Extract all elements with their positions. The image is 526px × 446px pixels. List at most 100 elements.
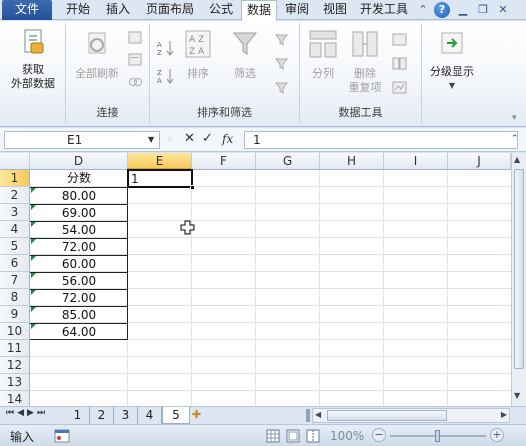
row-header-14[interactable]: 14 <box>0 391 30 406</box>
column-header-g[interactable]: G <box>256 153 320 170</box>
name-box-dropdown-icon[interactable]: ▼ <box>148 135 154 144</box>
cell-d10[interactable]: 64.00 <box>30 323 128 340</box>
normal-view-icon[interactable] <box>266 429 280 443</box>
tab-page-layout[interactable]: 页面布局 <box>139 0 201 20</box>
window-minimize-icon[interactable]: ▁ <box>456 1 470 19</box>
tab-insert[interactable]: 插入 <box>100 0 136 20</box>
row-header-9[interactable]: 9 <box>0 306 30 323</box>
row-header-8[interactable]: 8 <box>0 289 30 306</box>
window-close-icon[interactable]: ✕ <box>496 1 510 19</box>
scroll-right-icon[interactable]: ▶ <box>501 410 507 419</box>
tab-home[interactable]: 开始 <box>58 0 98 20</box>
insert-function-icon[interactable]: fx <box>222 132 233 146</box>
cell-d1[interactable]: 分数 <box>30 170 128 186</box>
sheet-tab-3[interactable]: 3 <box>114 407 138 424</box>
connections-icon[interactable] <box>128 31 144 45</box>
horizontal-scrollbar[interactable]: ◀ ▶ <box>312 408 510 423</box>
cell-d6[interactable]: 60.00 <box>30 255 128 272</box>
fill-handle[interactable] <box>190 185 195 190</box>
tab-review[interactable]: 审阅 <box>279 0 315 20</box>
sort-ascending-icon[interactable]: AZ <box>156 39 176 57</box>
cell-d5[interactable]: 72.00 <box>30 238 128 255</box>
svg-text:Z A: Z A <box>189 47 205 57</box>
cell-d4[interactable]: 54.00 <box>30 221 128 238</box>
sheet-tab-5[interactable]: 5 <box>162 407 190 424</box>
zoom-out-button[interactable]: − <box>372 428 386 442</box>
cell-d7[interactable]: 56.00 <box>30 272 128 289</box>
row-header-1[interactable]: 1 <box>0 170 30 187</box>
zoom-slider-thumb[interactable] <box>435 430 440 442</box>
tab-formulas[interactable]: 公式 <box>203 0 239 20</box>
scroll-thumb[interactable] <box>514 169 524 369</box>
tab-file[interactable]: 文件 <box>2 0 52 20</box>
row-header-4[interactable]: 4 <box>0 221 30 238</box>
edit-links-icon[interactable] <box>128 75 144 89</box>
get-external-data-button[interactable]: 获取 外部数据 <box>2 27 64 91</box>
properties-icon[interactable] <box>128 53 144 67</box>
row-header-13[interactable]: 13 <box>0 374 30 391</box>
tab-data[interactable]: 数据 <box>241 0 277 21</box>
cell-d2[interactable]: 80.00 <box>30 187 128 204</box>
column-header-f[interactable]: F <box>192 153 256 170</box>
column-header-d[interactable]: D <box>30 153 128 170</box>
sheet-tab-4[interactable]: 4 <box>138 407 162 424</box>
reapply-icon[interactable] <box>274 57 290 71</box>
column-header-j[interactable]: J <box>448 153 511 170</box>
row-header-11[interactable]: 11 <box>0 340 30 357</box>
insert-sheet-icon[interactable]: ✚ <box>192 408 208 422</box>
scroll-up-icon[interactable]: ▲ <box>514 155 520 164</box>
remove-duplicates-button[interactable]: 删除 重复项 <box>344 29 386 95</box>
column-header-h[interactable]: H <box>320 153 384 170</box>
zoom-in-button[interactable]: + <box>490 428 504 442</box>
page-layout-view-icon[interactable] <box>286 429 300 443</box>
page-break-view-icon[interactable] <box>306 429 320 443</box>
row-header-5[interactable]: 5 <box>0 238 30 255</box>
column-header-e[interactable]: E <box>128 153 192 170</box>
sheet-tab-2[interactable]: 2 <box>90 407 114 424</box>
column-header-i[interactable]: I <box>384 153 448 170</box>
tab-view[interactable]: 视图 <box>317 0 353 20</box>
what-if-analysis-icon[interactable] <box>392 81 408 95</box>
row-header-7[interactable]: 7 <box>0 272 30 289</box>
enter-icon[interactable]: ✓ <box>202 131 213 146</box>
filter-button[interactable]: 筛选 <box>226 29 264 81</box>
row-header-3[interactable]: 3 <box>0 204 30 221</box>
row-header-12[interactable]: 12 <box>0 357 30 374</box>
clear-filter-icon[interactable] <box>274 33 290 47</box>
scroll-left-icon[interactable]: ◀ <box>315 410 321 419</box>
ribbon-expand-icon[interactable]: ▾ <box>512 113 517 123</box>
data-validation-icon[interactable] <box>392 33 408 47</box>
sheet-tab-1[interactable]: 1 <box>66 407 90 424</box>
row-header-2[interactable]: 2 <box>0 187 30 204</box>
vertical-scrollbar[interactable]: ▲ ▼ <box>511 153 526 406</box>
name-box[interactable]: E1 <box>4 131 160 149</box>
sheet-nav-icons[interactable]: ⏮◀▶⏭ <box>6 408 48 418</box>
minimize-ribbon-icon[interactable]: ⌃ <box>416 1 430 19</box>
cell-d3[interactable]: 69.00 <box>30 204 128 221</box>
horizontal-scroll-thumb[interactable] <box>327 410 447 421</box>
outline-button[interactable]: 分级显示 ▼ <box>424 29 480 93</box>
refresh-all-button[interactable]: 全部刷新 <box>68 29 126 81</box>
text-to-columns-button[interactable]: 分列 <box>304 29 342 81</box>
active-cell-e1[interactable]: 1 <box>127 169 195 190</box>
window-restore-icon[interactable]: ❐ <box>476 1 490 19</box>
zoom-level[interactable]: 100% <box>330 429 364 443</box>
row-header-10[interactable]: 10 <box>0 323 30 340</box>
cell-d9[interactable]: 85.00 <box>30 306 128 323</box>
tab-split-handle[interactable] <box>306 409 310 422</box>
macro-record-icon[interactable] <box>54 429 70 443</box>
worksheet-grid[interactable]: D E F G H I J 1 2 3 4 5 6 7 8 9 10 11 12 13 14 分数 80.… <box>0 153 511 406</box>
tab-developer[interactable]: 开发工具 <box>355 0 413 20</box>
help-icon[interactable]: ? <box>434 2 450 18</box>
select-all-corner[interactable] <box>0 153 30 170</box>
scroll-down-icon[interactable]: ▼ <box>514 391 520 400</box>
row-header-6[interactable]: 6 <box>0 255 30 272</box>
sort-descending-icon[interactable]: ZA <box>156 67 176 85</box>
cell-d8[interactable]: 72.00 <box>30 289 128 306</box>
sort-button[interactable]: A Z Z A 排序 <box>180 29 216 81</box>
expand-formula-icon[interactable]: ⌃ <box>511 134 519 144</box>
consolidate-icon[interactable] <box>392 57 408 71</box>
cancel-icon[interactable]: ✕ <box>184 131 195 146</box>
formula-input[interactable]: 1 <box>244 131 518 149</box>
advanced-filter-icon[interactable] <box>274 81 290 95</box>
